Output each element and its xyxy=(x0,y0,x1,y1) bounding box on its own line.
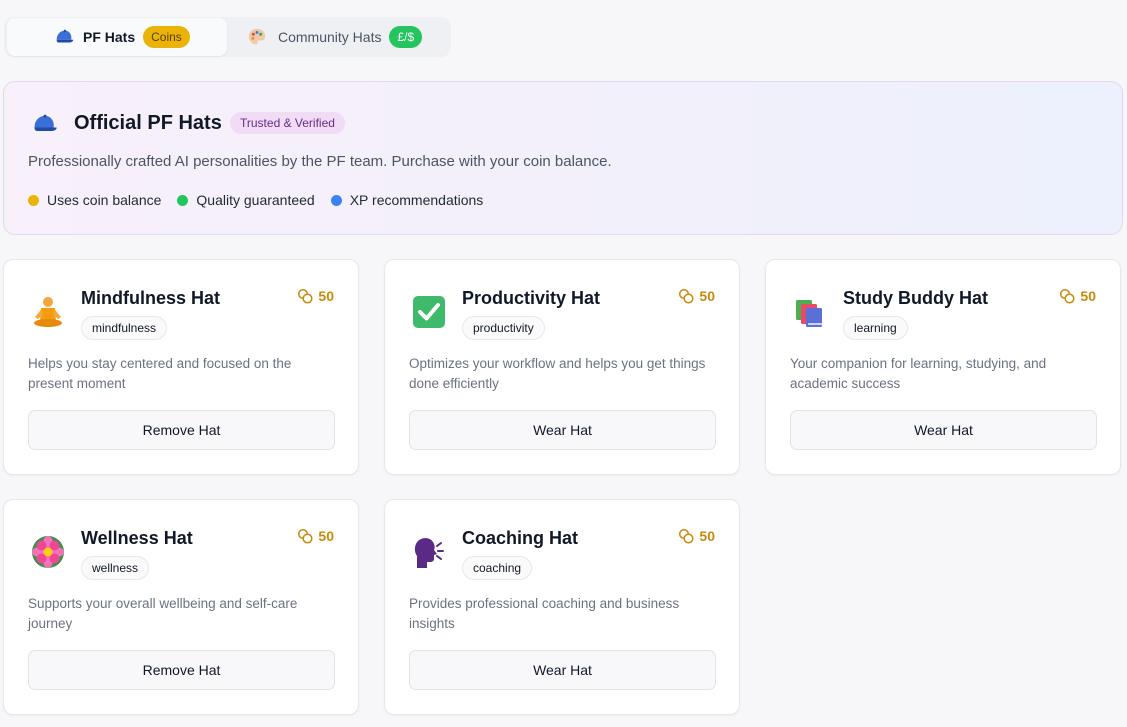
feature-label: Quality guaranteed xyxy=(196,192,315,208)
banner-description: Professionally crafted AI personalities … xyxy=(28,153,612,170)
checkmark-box-icon xyxy=(413,296,445,328)
green-dot-icon xyxy=(177,194,189,206)
tab-pf-hats[interactable]: PF Hats Coins xyxy=(7,18,227,56)
official-hats-banner: Official PF Hats Trusted & Verified Prof… xyxy=(3,81,1123,235)
blue-cap-icon xyxy=(56,29,74,43)
coins-icon xyxy=(1060,288,1075,304)
coins-icon xyxy=(298,288,313,304)
tab-label: Community Hats xyxy=(278,29,382,45)
card-description: Helps you stay centered and focused on t… xyxy=(28,356,292,391)
price: 50 xyxy=(678,528,715,544)
category-tag: mindfulness xyxy=(81,316,168,340)
coins-icon xyxy=(679,528,694,544)
price-value: 50 xyxy=(318,288,334,304)
feature-list: Uses coin balance Quality guaranteed XP … xyxy=(28,192,499,208)
speaking-head-icon xyxy=(414,538,444,568)
price: 50 xyxy=(297,288,334,304)
blue-dot-icon xyxy=(330,194,342,206)
card-description: Supports your overall wellbeing and self… xyxy=(28,596,298,631)
card-title: Coaching Hat xyxy=(462,528,579,548)
card-description: Your companion for learning, studying, a… xyxy=(790,356,1047,391)
price-value: 50 xyxy=(318,528,334,544)
wear-hat-button[interactable]: Wear Hat xyxy=(409,650,716,690)
remove-hat-button[interactable]: Remove Hat xyxy=(28,410,335,450)
books-icon xyxy=(796,300,822,327)
yellow-dot-icon xyxy=(28,194,39,206)
card-title: Wellness Hat xyxy=(81,528,193,548)
hat-tabs: PF Hats Coins Community Hats £/$ xyxy=(4,17,451,57)
category-tag: coaching xyxy=(462,556,533,580)
wear-hat-button[interactable]: Wear Hat xyxy=(790,410,1097,450)
price-value: 50 xyxy=(1080,288,1096,304)
lotus-icon xyxy=(32,536,64,568)
meditation-icon xyxy=(34,297,62,327)
tab-label: PF Hats xyxy=(83,29,136,45)
coins-icon xyxy=(298,528,313,544)
price: 50 xyxy=(1059,288,1096,304)
banner-title: Official PF Hats xyxy=(74,112,222,134)
coins-icon xyxy=(679,288,694,304)
category-tag: wellness xyxy=(81,556,150,580)
card-title: Mindfulness Hat xyxy=(81,288,221,308)
feature-xp: XP recommendations xyxy=(330,192,484,208)
hat-card-mindfulness: Mindfulness Hat mindfulness 50 Helps you… xyxy=(3,259,359,475)
palette-icon xyxy=(248,28,266,45)
hat-card-coaching: Coaching Hat coaching 50 Provides profes… xyxy=(384,499,740,715)
card-description: Optimizes your workflow and helps you ge… xyxy=(409,356,706,391)
blue-cap-icon xyxy=(34,114,57,131)
feature-label: XP recommendations xyxy=(349,192,484,208)
category-tag: productivity xyxy=(462,316,545,340)
coins-badge: Coins xyxy=(143,26,190,48)
tab-community-hats[interactable]: Community Hats £/$ xyxy=(227,18,447,56)
price: 50 xyxy=(297,528,334,544)
price-value: 50 xyxy=(699,528,715,544)
wear-hat-button[interactable]: Wear Hat xyxy=(409,410,716,450)
trusted-badge: Trusted & Verified xyxy=(230,112,345,134)
card-title: Study Buddy Hat xyxy=(843,288,989,308)
price: 50 xyxy=(678,288,715,304)
feature-quality: Quality guaranteed xyxy=(177,192,315,208)
currency-badge: £/$ xyxy=(389,26,423,48)
category-tag: learning xyxy=(843,316,908,340)
feature-coin-balance: Uses coin balance xyxy=(28,192,161,208)
hat-card-study-buddy: Study Buddy Hat learning 50 Your compani… xyxy=(765,259,1121,475)
hat-card-productivity: Productivity Hat productivity 50 Optimiz… xyxy=(384,259,740,475)
feature-label: Uses coin balance xyxy=(47,192,162,208)
remove-hat-button[interactable]: Remove Hat xyxy=(28,650,335,690)
card-description: Provides professional coaching and busin… xyxy=(409,596,680,631)
card-title: Productivity Hat xyxy=(462,288,601,308)
price-value: 50 xyxy=(699,288,715,304)
hat-card-wellness: Wellness Hat wellness 50 Supports your o… xyxy=(3,499,359,715)
